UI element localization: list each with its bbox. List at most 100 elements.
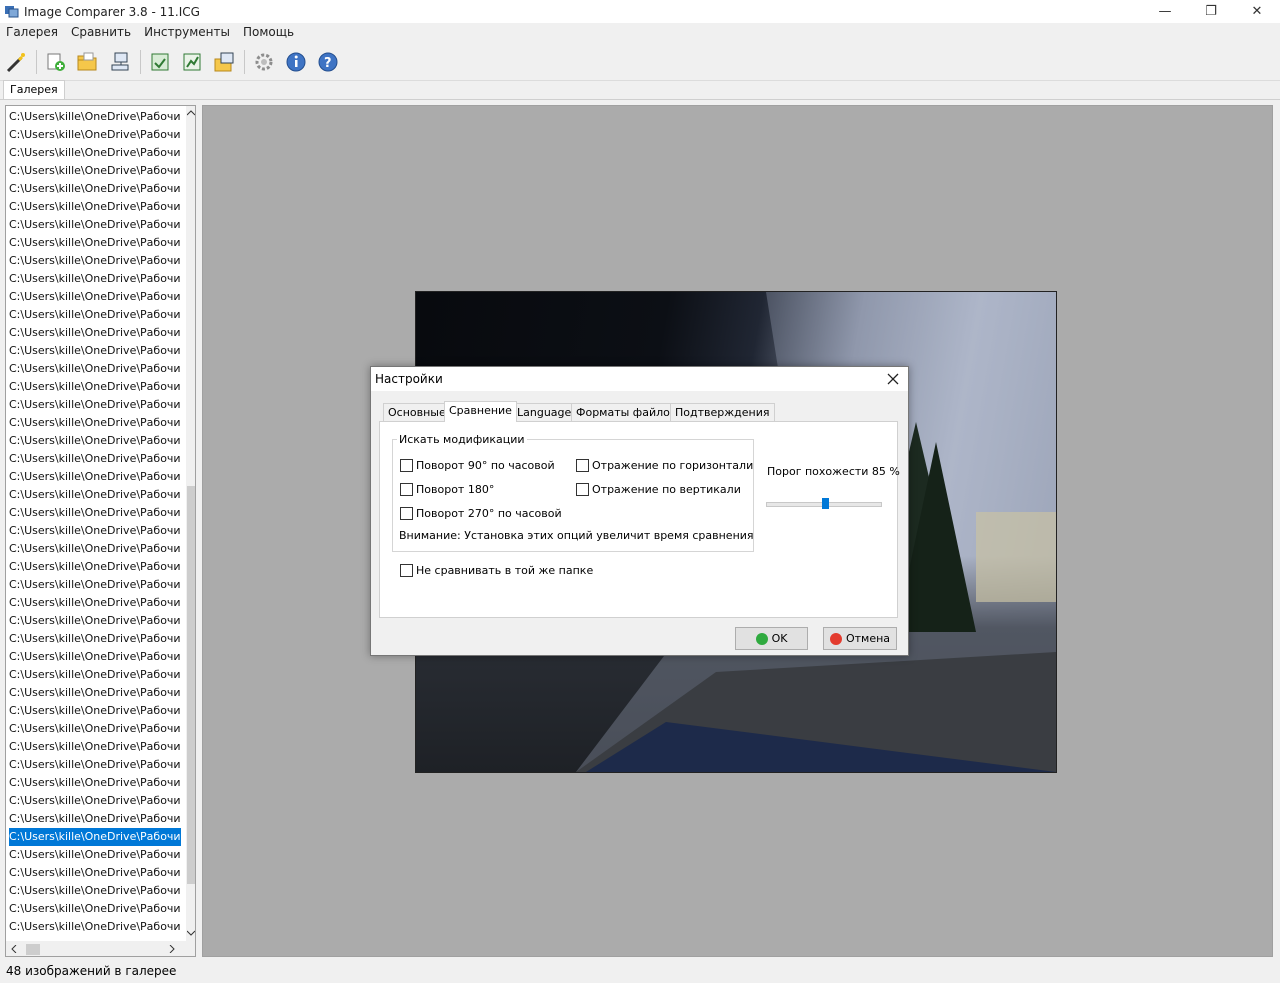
file-list-item[interactable]: C:\Users\kille\OneDrive\Рабочий ст <box>9 918 181 936</box>
menu-gallery[interactable]: Галерея <box>0 23 65 43</box>
maximize-button[interactable]: ❐ <box>1188 0 1234 23</box>
ok-button[interactable]: OK <box>735 627 808 650</box>
dialog-title-bar: Настройки <box>371 367 908 391</box>
file-list-item[interactable]: C:\Users\kille\OneDrive\Рабочий ст <box>9 198 181 216</box>
file-list[interactable]: C:\Users\kille\OneDrive\Рабочий стC:\Use… <box>5 105 196 957</box>
rotate-270-checkbox[interactable] <box>400 507 413 520</box>
compare-button[interactable] <box>146 48 174 76</box>
file-list-item[interactable]: C:\Users\kille\OneDrive\Рабочий ст <box>9 864 181 882</box>
menu-tools[interactable]: Инструменты <box>138 23 237 43</box>
close-button[interactable]: ✕ <box>1234 0 1280 23</box>
tab-file-formats[interactable]: Форматы файлов <box>571 403 682 421</box>
modifications-group-title: Искать модификации <box>397 433 527 446</box>
minimize-button[interactable]: — <box>1142 0 1188 23</box>
tab-language[interactable]: Language <box>512 403 577 421</box>
app-icon <box>4 4 19 19</box>
tab-general[interactable]: Основные <box>383 403 451 421</box>
file-list-item[interactable]: C:\Users\kille\OneDrive\Рабочий ст <box>9 432 181 450</box>
file-list-item[interactable]: C:\Users\kille\OneDrive\Рабочий ст <box>9 684 181 702</box>
dialog-close-button[interactable] <box>879 368 907 390</box>
flip-vertical-checkbox[interactable] <box>576 483 589 496</box>
file-list-item[interactable]: C:\Users\kille\OneDrive\Рабочий ст <box>9 306 181 324</box>
file-list-item[interactable]: C:\Users\kille\OneDrive\Рабочий ст <box>9 630 181 648</box>
file-list-item[interactable]: C:\Users\kille\OneDrive\Рабочий ст <box>9 666 181 684</box>
same-folder-checkbox[interactable] <box>400 564 413 577</box>
file-list-item[interactable]: C:\Users\kille\OneDrive\Рабочий ст <box>9 234 181 252</box>
toolbar: ? <box>0 44 1280 81</box>
file-list-item[interactable]: C:\Users\kille\OneDrive\Рабочий ст <box>9 288 181 306</box>
file-list-item[interactable]: C:\Users\kille\OneDrive\Рабочий ст <box>9 270 181 288</box>
file-list-item[interactable]: C:\Users\kille\OneDrive\Рабочий ст <box>9 882 181 900</box>
comparison-tab-page: Искать модификации Поворот 90° по часово… <box>379 421 900 618</box>
file-list-item[interactable]: C:\Users\kille\OneDrive\Рабочий ст <box>9 126 181 144</box>
file-list-item[interactable]: C:\Users\kille\OneDrive\Рабочий ст <box>9 900 181 918</box>
about-button[interactable] <box>282 48 310 76</box>
file-list-item[interactable]: C:\Users\kille\OneDrive\Рабочий ст <box>9 342 181 360</box>
tab-confirmations[interactable]: Подтверждения <box>670 403 775 421</box>
help-button[interactable]: ? <box>314 48 342 76</box>
move-files-button[interactable] <box>210 48 238 76</box>
file-list-item[interactable]: C:\Users\kille\OneDrive\Рабочий ст <box>9 180 181 198</box>
vertical-scroll-thumb[interactable] <box>187 486 195 884</box>
file-list-item[interactable]: C:\Users\kille\OneDrive\Рабочий ст <box>9 576 181 594</box>
file-list-item[interactable]: C:\Users\kille\OneDrive\Рабочий ст <box>9 792 181 810</box>
threshold-slider-thumb[interactable] <box>822 498 830 509</box>
settings-button[interactable] <box>250 48 278 76</box>
rotate-90-checkbox[interactable] <box>400 459 413 472</box>
svg-text:?: ? <box>324 56 332 71</box>
file-list-item[interactable]: C:\Users\kille\OneDrive\Рабочий ст <box>9 558 181 576</box>
tab-gallery[interactable]: Галерея <box>3 80 65 100</box>
results-button[interactable] <box>178 48 206 76</box>
file-list-item[interactable]: C:\Users\kille\OneDrive\Рабочий ст <box>9 846 181 864</box>
add-images-button[interactable] <box>42 48 70 76</box>
file-list-item[interactable]: C:\Users\kille\OneDrive\Рабочий ст <box>9 468 181 486</box>
file-list-item[interactable]: C:\Users\kille\OneDrive\Рабочий ст <box>9 144 181 162</box>
file-list-item[interactable]: C:\Users\kille\OneDrive\Рабочий ст <box>9 324 181 342</box>
file-list-item[interactable]: C:\Users\kille\OneDrive\Рабочий ст <box>9 486 181 504</box>
rotate-180-checkbox[interactable] <box>400 483 413 496</box>
cancel-button[interactable]: Отмена <box>823 627 897 650</box>
close-icon <box>887 373 899 385</box>
file-list-item[interactable]: C:\Users\kille\OneDrive\Рабочий ст <box>9 108 181 126</box>
file-list-item[interactable]: C:\Users\kille\OneDrive\Рабочий ст <box>9 612 181 630</box>
file-list-item[interactable]: C:\Users\kille\OneDrive\Рабочий ст <box>9 216 181 234</box>
compare-icon <box>151 53 169 71</box>
network-button[interactable] <box>106 48 134 76</box>
title-bar: Image Comparer 3.8 - 11.ICG — ❐ ✕ <box>0 0 1280 23</box>
cancel-button-label: Отмена <box>845 632 891 645</box>
file-list-item[interactable]: C:\Users\kille\OneDrive\Рабочий ст <box>9 594 181 612</box>
menu-compare[interactable]: Сравнить <box>65 23 138 43</box>
file-list-item[interactable]: C:\Users\kille\OneDrive\Рабочий ст <box>9 756 181 774</box>
flip-horizontal-checkbox[interactable] <box>576 459 589 472</box>
file-list-item[interactable]: C:\Users\kille\OneDrive\Рабочий ст <box>9 378 181 396</box>
file-list-item[interactable]: C:\Users\kille\OneDrive\Рабочий ст <box>9 162 181 180</box>
menu-help[interactable]: Помощь <box>237 23 301 43</box>
results-icon <box>183 53 201 71</box>
window-title: Image Comparer 3.8 - 11.ICG <box>24 5 200 19</box>
file-list-item[interactable]: C:\Users\kille\OneDrive\Рабочий ст <box>9 540 181 558</box>
help-icon: ? <box>318 52 338 72</box>
file-list-item[interactable]: C:\Users\kille\OneDrive\Рабочий ст <box>9 720 181 738</box>
warning-text: Внимание: Установка этих опций увеличит … <box>399 529 754 542</box>
file-list-item[interactable]: C:\Users\kille\OneDrive\Рабочий ст <box>9 702 181 720</box>
tab-comparison[interactable]: Сравнение <box>444 401 517 422</box>
file-list-item[interactable]: C:\Users\kille\OneDrive\Рабочий ст <box>9 522 181 540</box>
file-list-item[interactable]: C:\Users\kille\OneDrive\Рабочий ст <box>9 828 181 846</box>
file-list-item[interactable]: C:\Users\kille\OneDrive\Рабочий ст <box>9 450 181 468</box>
file-list-item[interactable]: C:\Users\kille\OneDrive\Рабочий ст <box>9 360 181 378</box>
move-files-icon <box>214 52 234 72</box>
chevron-right-icon <box>169 945 175 953</box>
file-list-item[interactable]: C:\Users\kille\OneDrive\Рабочий ст <box>9 648 181 666</box>
file-list-item[interactable]: C:\Users\kille\OneDrive\Рабочий ст <box>9 252 181 270</box>
horizontal-scroll-thumb[interactable] <box>26 944 40 955</box>
file-list-item[interactable]: C:\Users\kille\OneDrive\Рабочий ст <box>9 414 181 432</box>
open-folder-button[interactable] <box>73 48 101 76</box>
status-text: 48 изображений в галерее <box>6 964 177 978</box>
file-list-item[interactable]: C:\Users\kille\OneDrive\Рабочий ст <box>9 774 181 792</box>
file-list-item[interactable]: C:\Users\kille\OneDrive\Рабочий ст <box>9 396 181 414</box>
wizard-button[interactable] <box>2 48 30 76</box>
menu-bar: Галерея Сравнить Инструменты Помощь <box>0 23 1280 43</box>
file-list-item[interactable]: C:\Users\kille\OneDrive\Рабочий ст <box>9 738 181 756</box>
file-list-item[interactable]: C:\Users\kille\OneDrive\Рабочий ст <box>9 810 181 828</box>
file-list-item[interactable]: C:\Users\kille\OneDrive\Рабочий ст <box>9 504 181 522</box>
